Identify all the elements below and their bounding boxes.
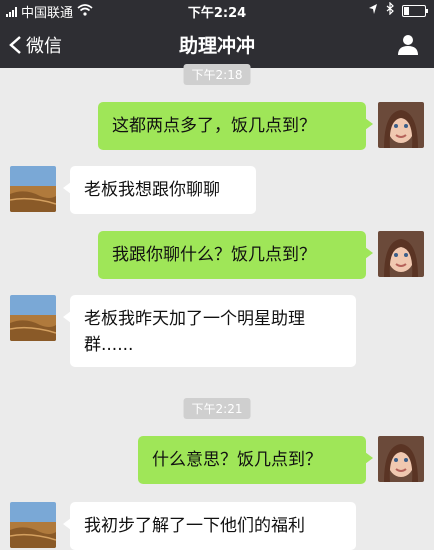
my-avatar[interactable]	[378, 436, 424, 482]
status-bar: 中国联通 下午2:24	[0, 0, 434, 21]
location-icon	[368, 3, 378, 19]
my-avatar[interactable]	[378, 231, 424, 277]
battery-icon	[402, 4, 428, 17]
contact-avatar[interactable]	[10, 295, 56, 341]
contact-avatar[interactable]	[10, 166, 56, 212]
chat-title: 助理冲冲	[178, 35, 255, 57]
message-bubble-sent[interactable]: 我跟你聊什么？饭几点到？	[98, 231, 373, 279]
profile-icon[interactable]	[396, 32, 420, 56]
message-bubble-received[interactable]: 老板我昨天加了一个明星助理群......	[63, 295, 356, 367]
contact-avatar[interactable]	[10, 502, 56, 548]
nav-bar: 微信 助理冲冲	[0, 20, 434, 68]
message-bubble-received[interactable]: 我初步了解了一下他们的福利	[63, 502, 356, 550]
timestamp: 下午2:18	[183, 64, 251, 85]
chat-area: 下午2:18 这都两点多了，饭几点到？ 老板我想跟你聊聊 我跟你聊什么？饭几点到…	[0, 64, 434, 550]
message-bubble-sent[interactable]: 什么意思？饭几点到？	[138, 436, 373, 484]
bluetooth-icon	[386, 1, 394, 19]
my-avatar[interactable]	[378, 102, 424, 148]
message-bubble-sent[interactable]: 这都两点多了，饭几点到？	[98, 102, 373, 150]
timestamp: 下午2:21	[183, 398, 251, 419]
message-bubble-received[interactable]: 老板我想跟你聊聊	[63, 166, 256, 214]
